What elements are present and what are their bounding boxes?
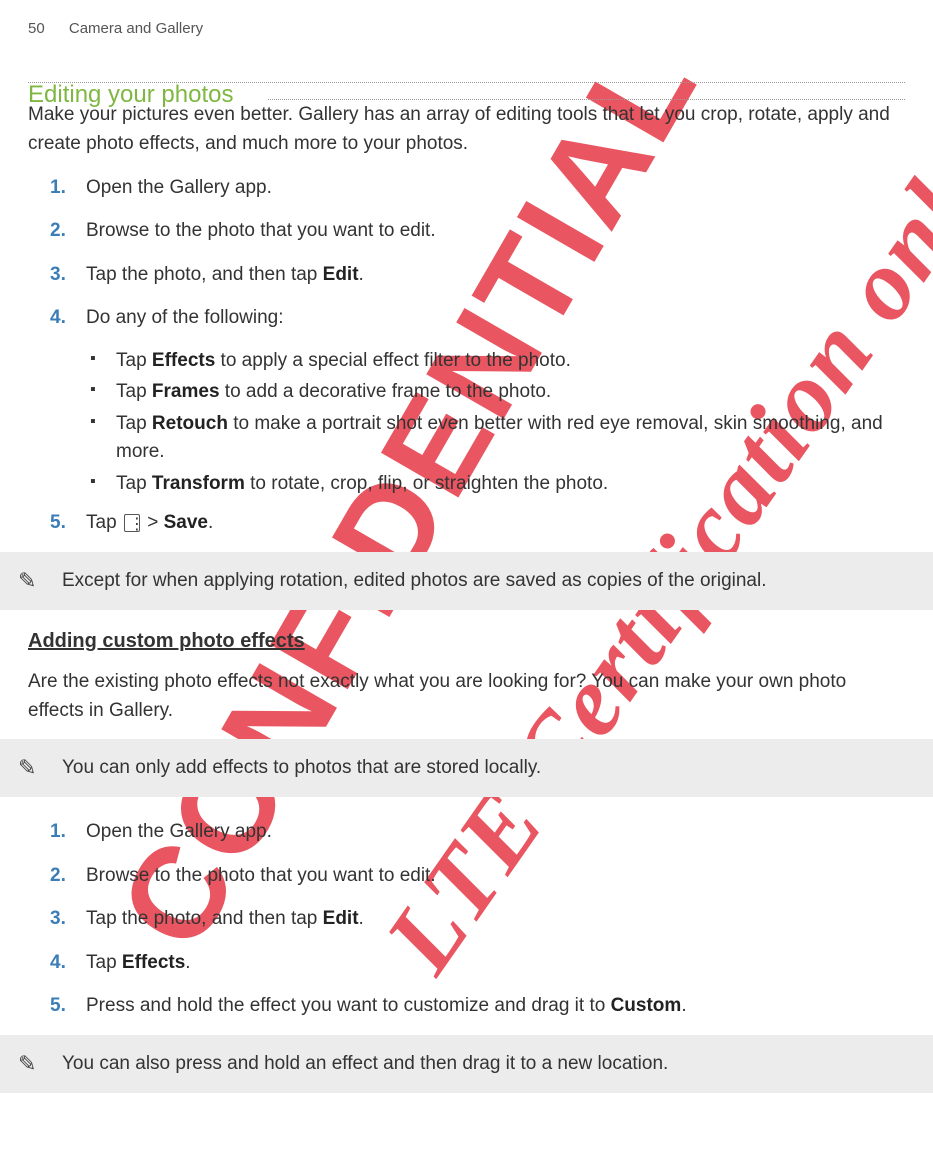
- steps-list-1-cont: 5. Tap > Save.: [28, 508, 905, 537]
- pen-icon: ✎: [18, 568, 36, 594]
- bullet-frames: Tap Frames to add a decorative frame to …: [28, 378, 905, 407]
- subheading: Adding custom photo effects: [28, 630, 905, 653]
- note-1: ✎ Except for when applying rotation, edi…: [0, 552, 933, 610]
- bullet-transform: Tap Transform to rotate, crop, flip, or …: [28, 470, 905, 499]
- step-3: 3. Tap the photo, and then tap Edit.: [28, 260, 905, 289]
- step2-5: 5. Press and hold the effect you want to…: [28, 991, 905, 1020]
- step2-4: 4. Tap Effects.: [28, 948, 905, 977]
- step-4-text: Do any of the following:: [86, 307, 284, 328]
- step-4-bullets: Tap Effects to apply a special effect fi…: [28, 347, 905, 499]
- step-4: 4. Do any of the following:: [28, 303, 905, 332]
- pen-icon: ✎: [18, 755, 36, 781]
- bullet-effects: Tap Effects to apply a special effect fi…: [28, 347, 905, 376]
- step-2-text: Browse to the photo that you want to edi…: [86, 220, 436, 241]
- section-intro: Make your pictures even better. Gallery …: [28, 100, 905, 159]
- page-header: 50 Camera and Gallery: [28, 20, 905, 37]
- step2-3: 3. Tap the photo, and then tap Edit.: [28, 904, 905, 933]
- step-3-edit: Edit: [323, 264, 359, 285]
- step-3-text-c: .: [359, 264, 364, 285]
- note-3-text: You can also press and hold an effect an…: [62, 1049, 913, 1078]
- chapter-name: Camera and Gallery: [69, 20, 203, 37]
- step2-2: 2. Browse to the photo that you want to …: [28, 861, 905, 890]
- step2-1: 1. Open the Gallery app.: [28, 817, 905, 846]
- note-2: ✎ You can only add effects to photos tha…: [0, 739, 933, 797]
- step-5-save: Save: [164, 512, 208, 533]
- page-number: 50: [28, 20, 45, 37]
- step-1-text: Open the Gallery app.: [86, 177, 272, 198]
- bullet-retouch: Tap Retouch to make a portrait shot even…: [28, 410, 905, 467]
- steps-list-1: 1. Open the Gallery app. 2. Browse to th…: [28, 173, 905, 333]
- menu-icon: [124, 514, 140, 532]
- note-3: ✎ You can also press and hold an effect …: [0, 1035, 933, 1093]
- step-5: 5. Tap > Save.: [28, 508, 905, 537]
- note-1-text: Except for when applying rotation, edite…: [62, 566, 913, 595]
- sub-intro: Are the existing photo effects not exact…: [28, 667, 905, 726]
- steps-list-2: 1. Open the Gallery app. 2. Browse to th…: [28, 817, 905, 1020]
- step-5-gt: >: [142, 512, 164, 533]
- step-3-text-a: Tap the photo, and then tap: [86, 264, 323, 285]
- step-5-text-a: Tap: [86, 512, 122, 533]
- note-2-text: You can only add effects to photos that …: [62, 753, 913, 782]
- step-2: 2. Browse to the photo that you want to …: [28, 216, 905, 245]
- pen-icon: ✎: [18, 1051, 36, 1077]
- step-1: 1. Open the Gallery app.: [28, 173, 905, 202]
